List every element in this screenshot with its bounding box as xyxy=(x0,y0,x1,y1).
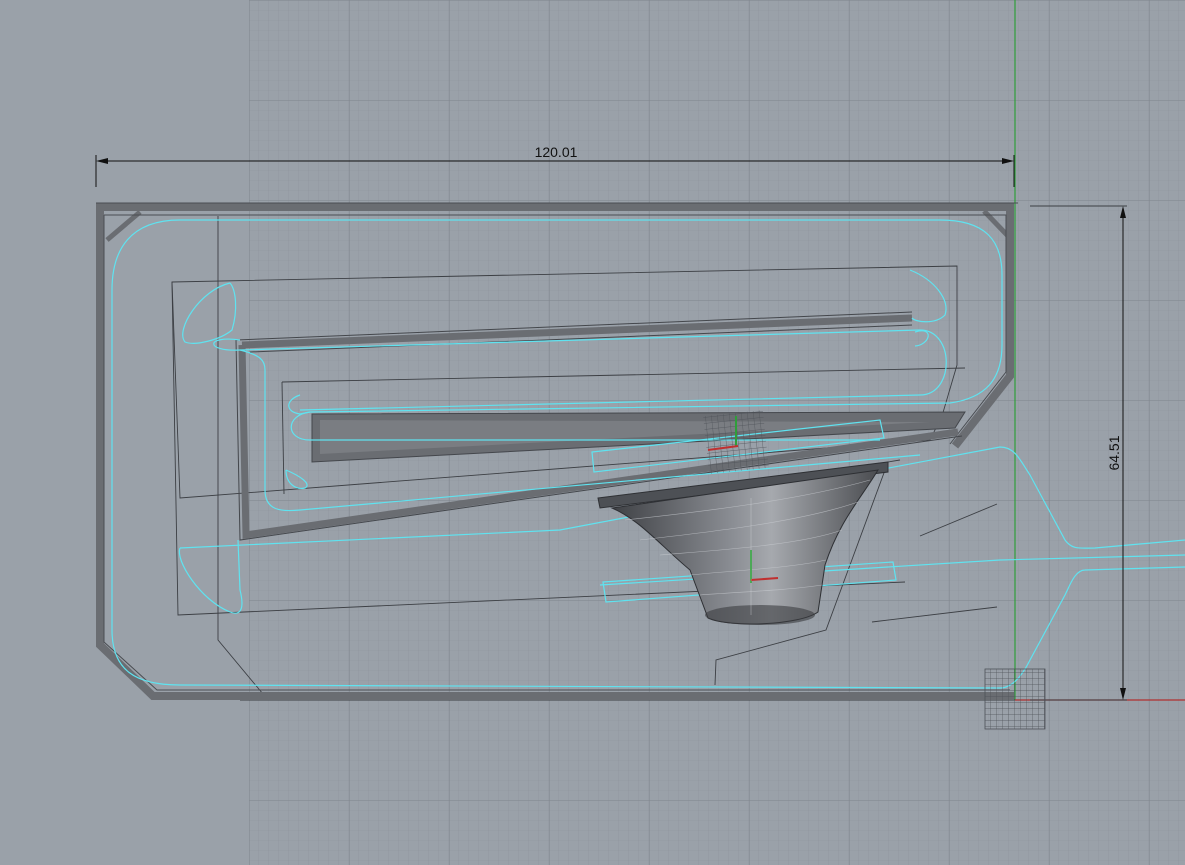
perspective-viewport[interactable]: 120.01 64.51 xyxy=(0,0,1185,865)
viewport-canvas[interactable]: 120.01 64.51 xyxy=(0,0,1185,865)
origin-grid-icon xyxy=(984,668,1046,730)
width-dimension-label: 120.01 xyxy=(535,144,578,160)
gumball-widget-icon[interactable] xyxy=(703,410,769,474)
height-dimension-label: 64.51 xyxy=(1106,435,1122,470)
